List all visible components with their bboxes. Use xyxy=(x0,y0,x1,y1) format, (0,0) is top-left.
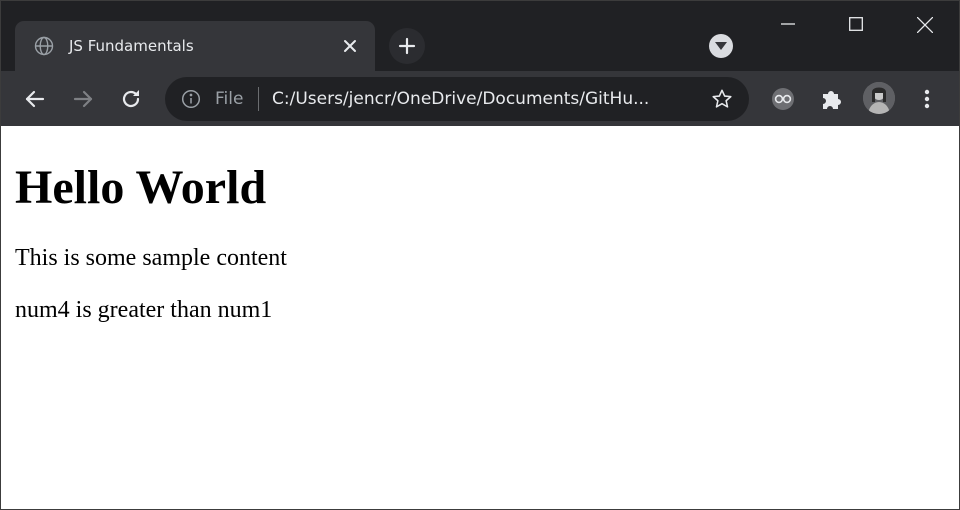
chevron-down-icon xyxy=(715,42,727,50)
maximize-button[interactable] xyxy=(833,1,879,47)
content-paragraph: This is some sample content xyxy=(15,245,287,271)
extension-icon[interactable] xyxy=(769,85,797,113)
close-icon[interactable] xyxy=(339,35,361,57)
puzzle-icon[interactable] xyxy=(817,85,845,113)
reload-button[interactable] xyxy=(117,85,145,113)
omnibox-divider xyxy=(258,87,259,111)
star-icon[interactable] xyxy=(711,88,733,110)
arrow-left-icon xyxy=(25,90,45,108)
maximize-icon xyxy=(849,17,863,31)
arrow-right-icon xyxy=(73,90,93,108)
browser-toolbar: File C:/Users/jencr/OneDrive/Documents/G… xyxy=(1,71,959,126)
kebab-menu-icon[interactable] xyxy=(913,85,941,113)
back-button[interactable] xyxy=(21,85,49,113)
plus-icon xyxy=(398,37,416,55)
page-content: Hello World This is some sample content … xyxy=(1,126,959,509)
page-heading: Hello World xyxy=(15,161,267,214)
close-icon xyxy=(917,17,933,33)
tab-search-button[interactable] xyxy=(709,34,733,58)
active-tab[interactable]: JS Fundamentals xyxy=(15,21,375,71)
info-icon[interactable] xyxy=(181,89,201,109)
tab-title: JS Fundamentals xyxy=(69,37,194,55)
forward-button[interactable] xyxy=(69,85,97,113)
new-tab-button[interactable] xyxy=(389,28,425,64)
tab-strip: JS Fundamentals xyxy=(1,1,959,71)
avatar[interactable] xyxy=(863,82,895,114)
minimize-icon xyxy=(781,23,795,25)
browser-window: JS Fundamentals File C:/Users/jencr/OneD… xyxy=(0,0,960,510)
url-scheme-label: File xyxy=(215,89,244,109)
url-text[interactable]: C:/Users/jencr/OneDrive/Documents/GitHu.… xyxy=(272,88,649,110)
reload-icon xyxy=(122,90,140,108)
window-close-button[interactable] xyxy=(901,1,947,47)
globe-icon xyxy=(34,36,54,56)
address-bar[interactable]: File C:/Users/jencr/OneDrive/Documents/G… xyxy=(165,77,749,121)
minimize-button[interactable] xyxy=(765,1,811,47)
result-paragraph: num4 is greater than num1 xyxy=(15,297,273,323)
